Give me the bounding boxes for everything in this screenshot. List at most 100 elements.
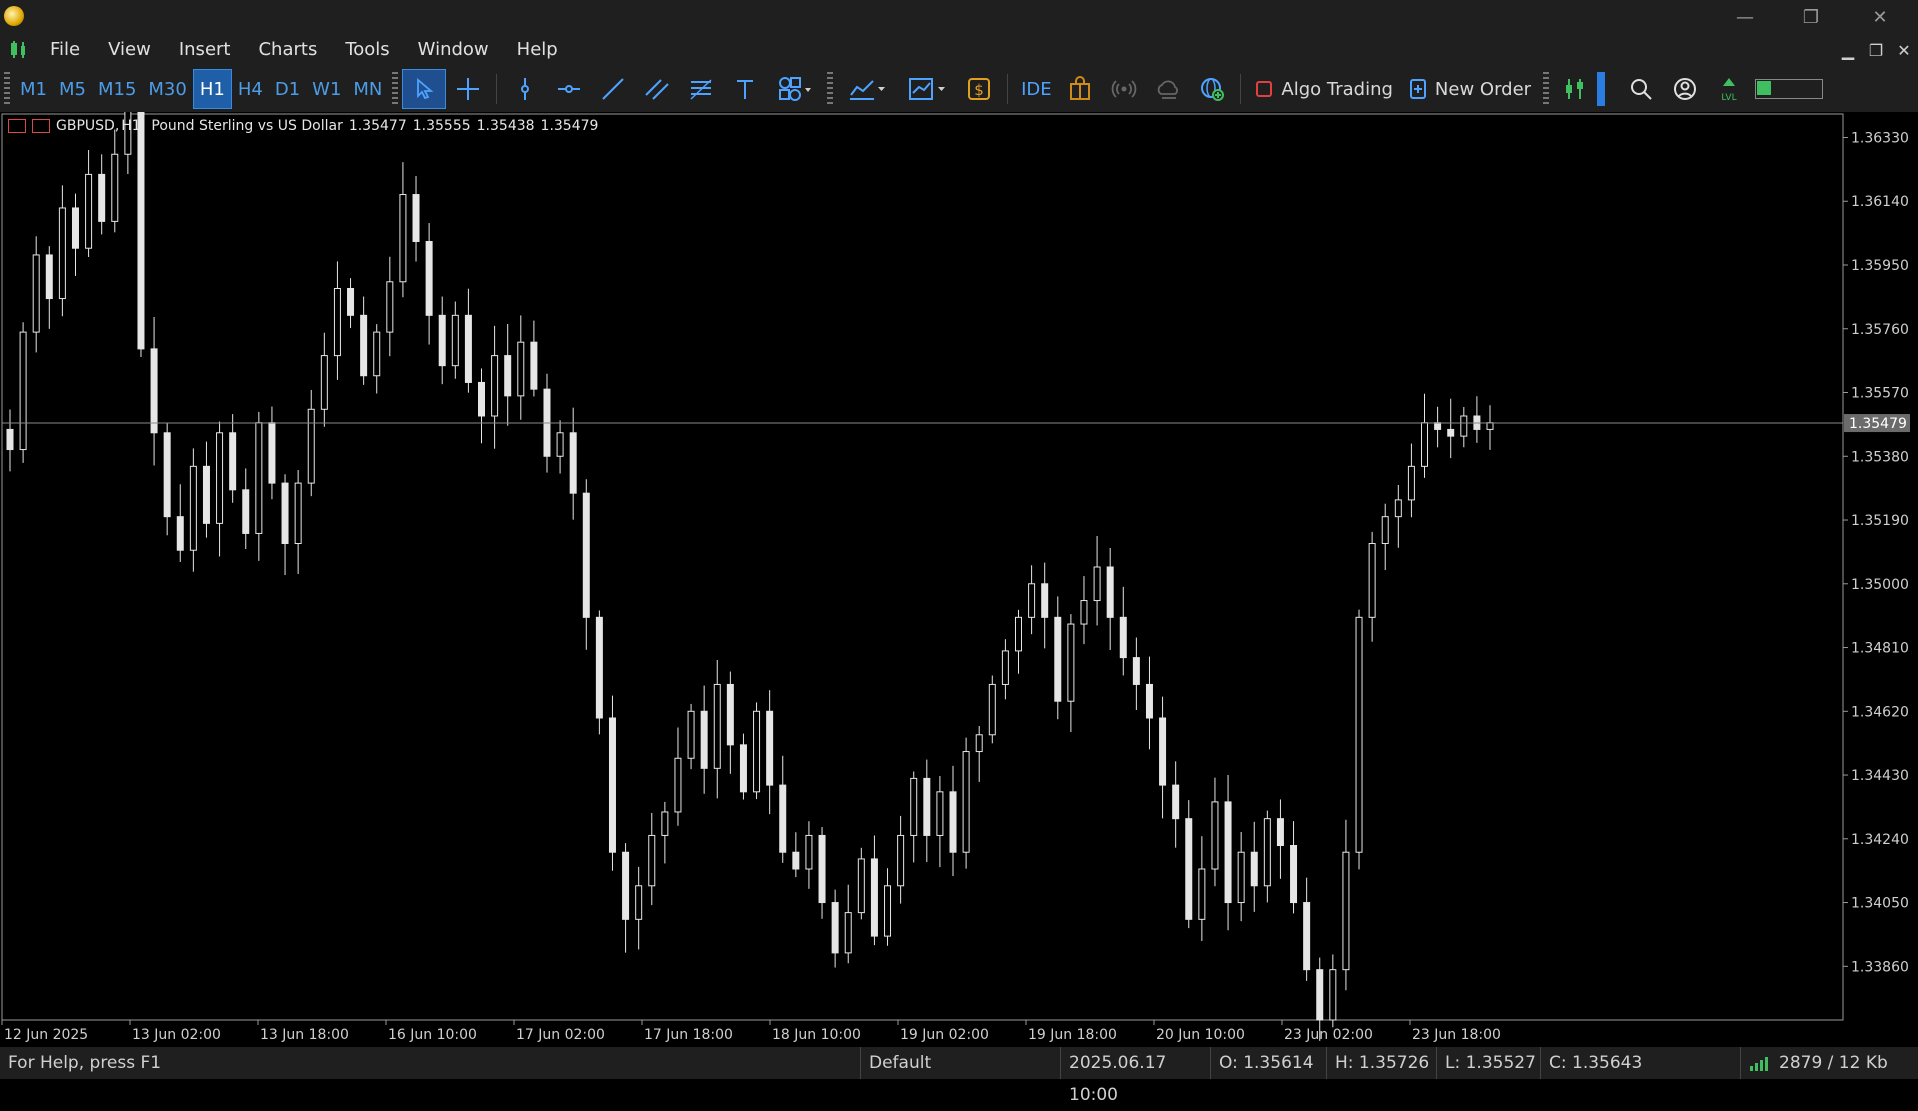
price-chart[interactable]: 1.36330 1.36140 1.35950 1.35760 1.35570 1.353…	[0, 112, 1918, 1044]
candle-body	[674, 757, 682, 813]
chart-window[interactable]: 1.36330 1.36140 1.35950 1.35760 1.35570 1.353…	[0, 112, 1918, 1044]
channel-button[interactable]	[635, 69, 679, 109]
timeframe-m1[interactable]: M1	[14, 69, 53, 109]
candle-body	[281, 482, 289, 545]
mdi-minimize-button[interactable]: ▁	[1834, 41, 1862, 60]
menu-window[interactable]: Window	[404, 34, 503, 66]
candle-body	[464, 314, 472, 383]
trendline-icon	[602, 78, 625, 100]
candle-body	[556, 432, 564, 457]
minimize-button[interactable]: —	[1715, 0, 1775, 34]
price-axis-label: 1.35000	[1851, 577, 1909, 593]
candle-body	[202, 465, 210, 524]
candle-body	[189, 465, 197, 551]
candle-body	[1106, 566, 1114, 618]
candle-body	[1276, 818, 1284, 847]
mdi-close-button[interactable]: ✕	[1890, 41, 1918, 60]
web-trading-button[interactable]	[1190, 69, 1234, 109]
time-axis-label: 18 Jun 10:00	[772, 1027, 861, 1043]
vps-button[interactable]	[1146, 69, 1190, 109]
time-axis-label: 12 Jun 2025	[4, 1027, 88, 1043]
close-button[interactable]: ✕	[1850, 0, 1910, 34]
price-axis-label: 1.34050	[1851, 896, 1909, 912]
time-axis-label: 23 Jun 02:00	[1284, 1027, 1373, 1043]
candle-body	[1394, 499, 1402, 518]
price-axis-label: 1.36140	[1851, 194, 1909, 210]
candle-body	[399, 194, 407, 283]
chart-low: 1.35438	[476, 118, 535, 134]
restore-button[interactable]: ❐	[1781, 0, 1841, 34]
vertical-line-button[interactable]	[503, 69, 547, 109]
chart-menu-icon[interactable]	[8, 119, 26, 133]
time-axis-label: 19 Jun 18:00	[1028, 1027, 1117, 1043]
crosshair-tool-button[interactable]	[446, 69, 490, 109]
cursor-tool-button[interactable]	[402, 69, 447, 109]
price-axis-label: 1.35190	[1851, 513, 1909, 529]
timeframe-mn[interactable]: MN	[347, 69, 388, 109]
toolbar-grip[interactable]	[1543, 72, 1550, 106]
horizontal-line-button[interactable]	[547, 69, 591, 109]
status-profile[interactable]: Default	[860, 1047, 1060, 1079]
level-button[interactable]: LVL	[1707, 69, 1751, 109]
market-button[interactable]: $	[957, 69, 1001, 109]
candle-body	[71, 207, 79, 249]
candle-body	[1368, 543, 1376, 618]
candle-body	[831, 902, 839, 954]
candle-body	[1172, 784, 1180, 820]
shop-button[interactable]	[1058, 69, 1102, 109]
menu-charts[interactable]: Charts	[244, 34, 331, 66]
text-tool-button[interactable]	[723, 69, 767, 109]
timeframe-d1[interactable]: D1	[269, 69, 306, 109]
candle-body	[648, 834, 656, 887]
menu-insert[interactable]: Insert	[165, 34, 245, 66]
menu-file[interactable]: File	[36, 34, 94, 66]
toolbar-grip[interactable]	[4, 72, 10, 106]
horizontal-line-icon	[558, 85, 581, 93]
time-axis-label: 20 Jun 10:00	[1156, 1027, 1245, 1043]
candle-body	[1093, 566, 1101, 602]
shopping-bag-icon	[1070, 76, 1091, 100]
app-logo-icon	[4, 6, 24, 26]
toolbar-grip[interactable]	[827, 72, 834, 106]
candle-body	[988, 683, 996, 736]
user-icon	[1674, 78, 1697, 100]
timeframe-m15[interactable]: M15	[92, 69, 142, 109]
mdi-restore-button[interactable]: ❐	[1862, 41, 1890, 60]
chart-properties-icon[interactable]	[32, 119, 50, 133]
new-order-button[interactable]: New Order	[1401, 69, 1539, 109]
chart-window-icon[interactable]	[8, 39, 30, 61]
indicators-button[interactable]	[897, 69, 957, 109]
candle-body	[307, 408, 315, 484]
candle-body	[805, 834, 813, 870]
connection-level-meter	[1755, 79, 1824, 99]
status-traffic[interactable]: 2879 / 12 Kb	[1740, 1047, 1918, 1079]
candle-body	[373, 331, 381, 377]
signals-button[interactable]	[1102, 69, 1146, 109]
timeframe-w1[interactable]: W1	[306, 69, 347, 109]
timeframe-h1[interactable]: H1	[192, 69, 232, 109]
toolbar-separator	[496, 74, 498, 104]
price-axis-label: 1.35570	[1851, 386, 1909, 402]
candle-body	[45, 254, 53, 300]
trendline-button[interactable]	[591, 69, 635, 109]
algo-trading-button[interactable]: Algo Trading	[1247, 69, 1401, 109]
menu-help[interactable]: Help	[503, 34, 572, 66]
timeframe-h4[interactable]: H4	[232, 69, 269, 109]
menu-tools[interactable]: Tools	[331, 34, 403, 66]
toolbar-grip[interactable]	[392, 72, 399, 106]
search-button[interactable]	[1619, 69, 1663, 109]
timeframe-m30[interactable]: M30	[142, 69, 192, 109]
chart-type-button[interactable]	[837, 69, 897, 109]
depth-of-market-button[interactable]	[1553, 69, 1597, 109]
account-button[interactable]	[1663, 69, 1707, 109]
menu-view[interactable]: View	[94, 34, 165, 66]
fibonacci-button[interactable]	[679, 69, 723, 109]
candle-body	[491, 355, 499, 417]
time-axis-label: 17 Jun 02:00	[516, 1027, 605, 1043]
chart-description: Pound Sterling vs US Dollar	[151, 118, 343, 134]
candle-body	[1486, 422, 1494, 430]
shapes-button[interactable]	[767, 69, 823, 109]
ide-button[interactable]: IDE	[1014, 69, 1058, 109]
timeframe-m5[interactable]: M5	[53, 69, 92, 109]
time-axis-label: 23 Jun 18:00	[1412, 1027, 1501, 1043]
